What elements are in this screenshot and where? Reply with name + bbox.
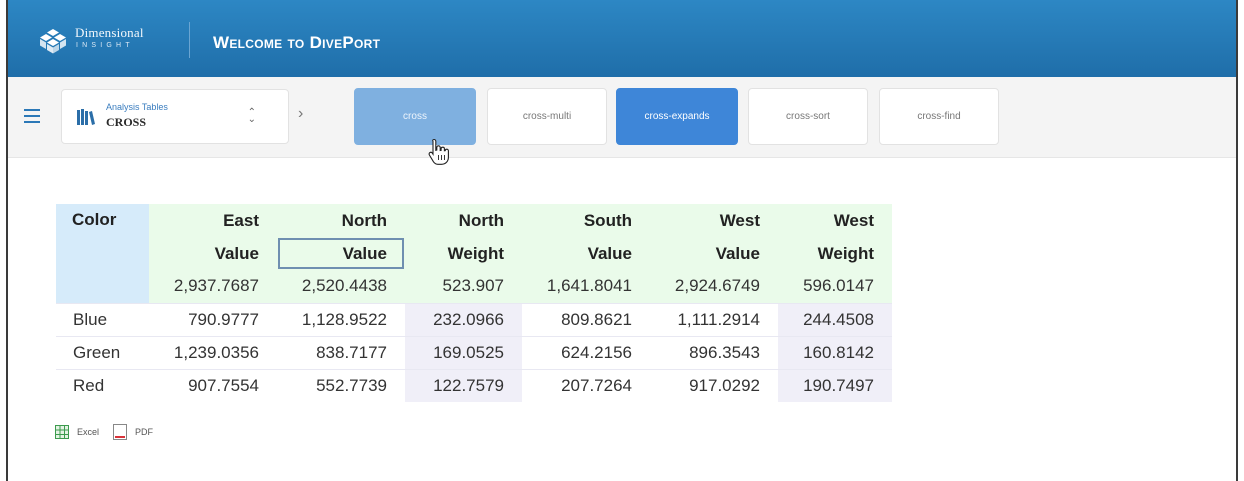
app-window: Dimensional INSIGHT Welcome to DivePort … <box>6 0 1238 481</box>
column-header-top[interactable]: West <box>650 204 778 237</box>
column-header-top[interactable]: North <box>405 204 522 237</box>
table-cell: 1,128.9522 <box>277 302 405 336</box>
column-total: 2,520.4438 <box>277 270 405 303</box>
header-divider <box>189 22 190 58</box>
table-cell: 169.0525 <box>405 335 522 369</box>
book-icon <box>77 109 95 125</box>
column-header-bottom[interactable]: Weight <box>778 237 892 270</box>
table-cell: 190.7497 <box>778 368 892 402</box>
table-cell: 838.7177 <box>277 335 405 369</box>
column-header-top[interactable]: South <box>522 204 650 237</box>
brand-name: Dimensional <box>75 25 144 40</box>
tab-label: cross <box>403 111 427 122</box>
table-row[interactable]: Green 1,239.0356 838.7177 169.0525 624.2… <box>56 335 892 369</box>
page-title: Welcome to DivePort <box>213 33 381 52</box>
cross-table: Color East North North South West West V… <box>56 204 892 402</box>
table-cell: 160.8142 <box>778 335 892 369</box>
tab-cross-multi[interactable]: cross-multi <box>487 88 607 145</box>
hand-cursor-icon <box>428 138 449 165</box>
table-cell: 244.4508 <box>778 302 892 336</box>
column-header-top[interactable]: East <box>149 204 277 237</box>
tab-label: cross-multi <box>522 111 572 122</box>
column-header-bottom[interactable]: Value <box>650 237 778 270</box>
excel-icon <box>55 425 69 439</box>
export-pdf-button[interactable]: PDF <box>113 424 153 440</box>
table-cell: 1,111.2914 <box>650 302 778 336</box>
corner-header: Color <box>56 204 149 303</box>
table-cell: 1,239.0356 <box>149 335 277 369</box>
table-cell: 790.9777 <box>149 302 277 336</box>
chevron-right-icon: › <box>298 105 304 122</box>
table-row[interactable]: Red 907.7554 552.7739 122.7579 207.7264 … <box>56 368 892 402</box>
column-total: 2,924.6749 <box>650 270 778 303</box>
tab-label: cross-find <box>917 111 961 122</box>
column-total: 523.907 <box>405 270 522 303</box>
column-header-top[interactable]: West <box>778 204 892 237</box>
hamburger-menu-icon[interactable] <box>24 109 40 123</box>
tab-cross-sort[interactable]: cross-sort <box>748 88 868 145</box>
tab-label: cross-sort <box>786 111 830 122</box>
table-cell: 552.7739 <box>277 368 405 402</box>
tab-label: cross-expands <box>644 111 710 122</box>
analysis-table-selector[interactable]: Analysis Tables CROSS ⌃ ⌄ <box>61 89 289 144</box>
column-header-bottom[interactable]: Value <box>149 237 277 270</box>
column-header-bottom-selected[interactable]: Value <box>277 237 405 270</box>
table-cell: 624.2156 <box>522 335 650 369</box>
export-bar: Excel PDF <box>55 424 167 440</box>
row-label[interactable]: Green <box>56 335 149 369</box>
brand-subname: INSIGHT <box>76 42 134 49</box>
toolbar: Analysis Tables CROSS ⌃ ⌄ › cross cross-m… <box>8 77 1236 158</box>
column-total: 2,937.7687 <box>149 270 277 303</box>
table-cell: 232.0966 <box>405 302 522 336</box>
column-header-bottom[interactable]: Weight <box>405 237 522 270</box>
table-row[interactable]: Blue 790.9777 1,128.9522 232.0966 809.86… <box>56 302 892 336</box>
export-excel-button[interactable]: Excel <box>55 425 99 439</box>
column-header-bottom[interactable]: Value <box>522 237 650 270</box>
tab-cross-expands[interactable]: cross-expands <box>616 88 738 145</box>
row-label[interactable]: Blue <box>56 302 149 336</box>
pdf-icon <box>113 424 128 440</box>
export-pdf-label: PDF <box>135 427 154 437</box>
table-cell: 907.7554 <box>149 368 277 402</box>
table-cell: 917.0292 <box>650 368 778 402</box>
app-header: Dimensional INSIGHT Welcome to DivePort <box>8 0 1236 77</box>
up-down-arrows-icon: ⌃ ⌄ <box>247 107 256 125</box>
column-total: 596.0147 <box>778 270 892 303</box>
tab-cross-find[interactable]: cross-find <box>879 88 999 145</box>
export-excel-label: Excel <box>77 427 100 437</box>
selector-caption: Analysis Tables <box>106 102 168 112</box>
table-cell: 207.7264 <box>522 368 650 402</box>
column-total: 1,641.8041 <box>522 270 650 303</box>
table-cell: 122.7579 <box>405 368 522 402</box>
tab-cross[interactable]: cross <box>354 88 476 145</box>
row-label[interactable]: Red <box>56 368 149 402</box>
dimensional-insight-logo-icon <box>40 29 66 54</box>
table-cell: 896.3543 <box>650 335 778 369</box>
selector-value: CROSS <box>106 115 147 129</box>
table-cell: 809.8621 <box>522 302 650 336</box>
column-header-top[interactable]: North <box>277 204 405 237</box>
